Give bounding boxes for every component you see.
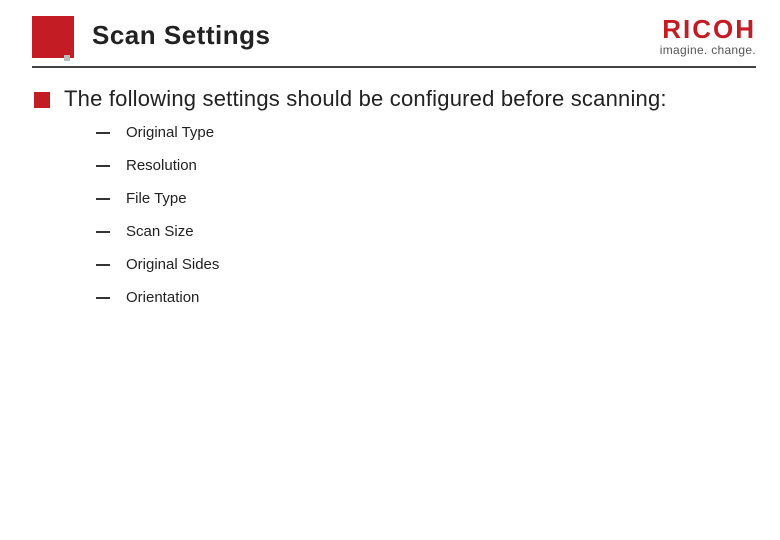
square-bullet-icon xyxy=(34,92,50,108)
list-item: Original Type xyxy=(96,124,750,141)
list-item: Original Sides xyxy=(96,256,750,273)
brand-logo-text: RICOH xyxy=(660,14,756,45)
dash-icon xyxy=(96,132,110,134)
header-row: Scan Settings RICOH imagine. change. xyxy=(32,14,756,60)
intro-text: The following settings should be configu… xyxy=(64,86,667,112)
brand-block: RICOH imagine. change. xyxy=(660,14,756,57)
list-item-label: Original Sides xyxy=(126,256,219,273)
dash-icon xyxy=(96,165,110,167)
header-divider xyxy=(32,66,756,68)
title-accent-icon xyxy=(32,16,74,58)
slide: Scan Settings RICOH imagine. change. The… xyxy=(0,0,780,540)
list-item-label: Scan Size xyxy=(126,223,194,240)
title-group: Scan Settings xyxy=(32,14,270,58)
dash-icon xyxy=(96,264,110,266)
list-item: File Type xyxy=(96,190,750,207)
content-area: The following settings should be configu… xyxy=(34,86,750,322)
dash-icon xyxy=(96,297,110,299)
intro-bullet: The following settings should be configu… xyxy=(34,86,750,112)
list-item-label: Resolution xyxy=(126,157,197,174)
brand-tagline: imagine. change. xyxy=(660,43,756,57)
list-item: Resolution xyxy=(96,157,750,174)
dash-icon xyxy=(96,231,110,233)
list-item: Scan Size xyxy=(96,223,750,240)
list-item: Orientation xyxy=(96,289,750,306)
list-item-label: Original Type xyxy=(126,124,214,141)
page-title: Scan Settings xyxy=(92,20,270,51)
list-item-label: Orientation xyxy=(126,289,199,306)
settings-list: Original Type Resolution File Type Scan … xyxy=(96,124,750,306)
dash-icon xyxy=(96,198,110,200)
list-item-label: File Type xyxy=(126,190,187,207)
